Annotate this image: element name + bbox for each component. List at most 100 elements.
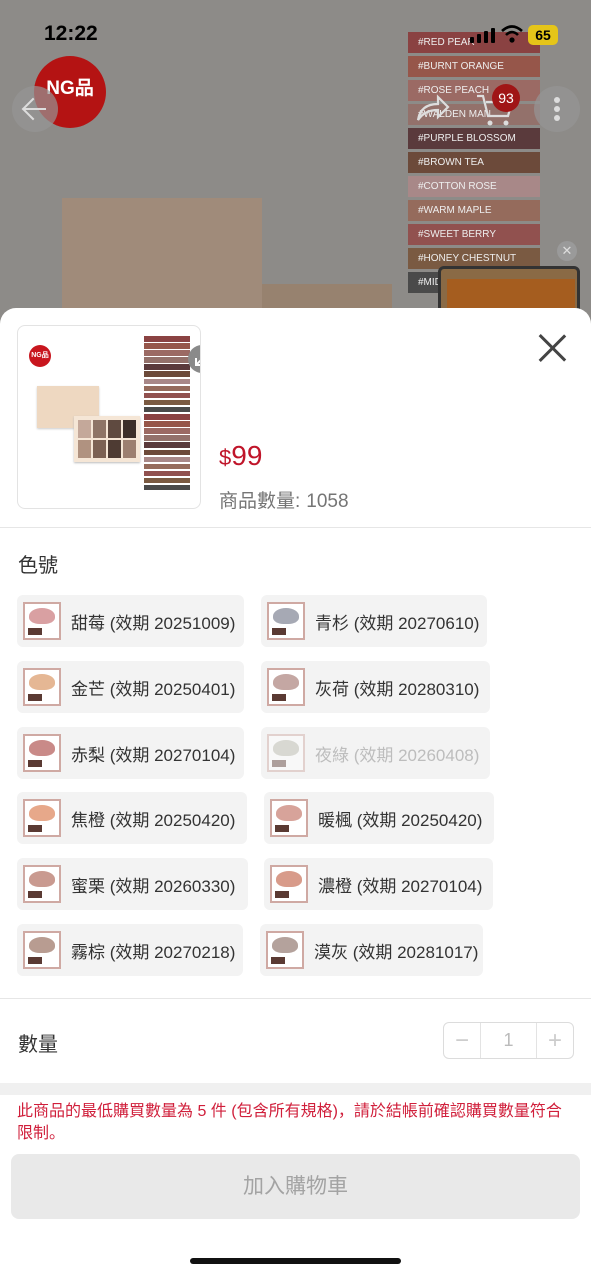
color-option[interactable]: 青杉 (效期 20270610) bbox=[261, 595, 487, 647]
color-option-thumbnail bbox=[270, 799, 308, 837]
minimum-purchase-notice: 此商品的最低購買數量為 5 件 (包含所有規格)，請於結帳前確認購買數量符合限制… bbox=[17, 1103, 562, 1142]
color-option-thumbnail bbox=[23, 931, 61, 969]
thumb-swatch bbox=[144, 470, 190, 477]
thumb-swatch bbox=[144, 392, 190, 399]
product-thumbnail[interactable]: NG品 bbox=[17, 325, 201, 509]
color-option-label: 濃橙 (效期 20270104) bbox=[318, 876, 483, 896]
thumb-swatch bbox=[144, 385, 190, 392]
signal-icon bbox=[470, 28, 495, 43]
notice-band bbox=[0, 1083, 591, 1095]
thumb-swatch bbox=[144, 371, 190, 377]
color-option[interactable]: 赤梨 (效期 20270104) bbox=[17, 727, 244, 779]
stock-label: 商品數量: bbox=[219, 491, 301, 512]
close-floating-video-button[interactable]: ✕ bbox=[557, 241, 577, 261]
thumb-swatch bbox=[144, 435, 190, 441]
share-icon[interactable] bbox=[414, 92, 450, 124]
thumb-swatch bbox=[144, 414, 190, 420]
color-option-label: 夜綠 (效期 20260408) bbox=[315, 745, 480, 765]
product-price: $99 bbox=[219, 440, 262, 472]
quantity-label: 數量 bbox=[18, 1034, 58, 1056]
expand-icon[interactable] bbox=[188, 345, 200, 373]
color-option-thumbnail bbox=[267, 668, 305, 706]
color-option[interactable]: 焦橙 (效期 20250420) bbox=[17, 792, 247, 844]
thumb-swatch bbox=[144, 378, 190, 385]
color-option-label: 青杉 (效期 20270610) bbox=[315, 613, 480, 633]
color-option[interactable]: 濃橙 (效期 20270104) bbox=[264, 858, 493, 910]
more-button[interactable] bbox=[534, 86, 580, 132]
thumb-swatch bbox=[144, 357, 190, 363]
swatch-label: #BROWN TEA bbox=[408, 152, 540, 173]
thumb-swatch bbox=[144, 456, 190, 463]
color-option-label: 焦橙 (效期 20250420) bbox=[71, 810, 236, 830]
color-option-thumbnail bbox=[267, 734, 305, 772]
divider bbox=[0, 998, 591, 999]
cart-count-badge: 93 bbox=[492, 84, 520, 112]
price-amount: 99 bbox=[231, 440, 263, 471]
color-option-thumbnail bbox=[23, 602, 61, 640]
color-option-thumbnail bbox=[23, 668, 61, 706]
thumb-swatch bbox=[144, 449, 190, 455]
variant-selection-sheet: NG品 $99 商品數量: 1058 色號 甜莓 (效期 20251009) 青杉 … bbox=[0, 308, 591, 1279]
thumb-swatch bbox=[144, 364, 190, 370]
swatch-label: #PURPLE BLOSSOM bbox=[408, 128, 540, 149]
stock-value: 1058 bbox=[306, 491, 349, 512]
color-option-thumbnail bbox=[23, 799, 61, 837]
price-currency: $ bbox=[219, 445, 232, 470]
thumb-swatch bbox=[144, 428, 190, 434]
color-option-thumbnail bbox=[266, 931, 304, 969]
color-option-thumbnail bbox=[267, 602, 305, 640]
color-swatch-chart: #RED PEAR #BURNT ORANGE #ROSE PEACH #WALDEN… bbox=[408, 32, 540, 296]
swatch-label: #WARM MAPLE bbox=[408, 200, 540, 221]
color-option-label: 霧棕 (效期 20270218) bbox=[71, 942, 236, 962]
home-indicator bbox=[190, 1258, 401, 1264]
color-option-label: 漠灰 (效期 20281017) bbox=[314, 942, 479, 962]
thumb-swatch bbox=[144, 350, 190, 356]
color-option-thumbnail bbox=[23, 734, 61, 772]
status-bar: 12:22 65 bbox=[0, 0, 591, 70]
color-option-label: 暖楓 (效期 20250420) bbox=[318, 810, 483, 830]
color-option-label: 蜜栗 (效期 20260330) bbox=[71, 876, 236, 896]
thumb-swatch bbox=[144, 421, 190, 427]
color-option[interactable]: 霧棕 (效期 20270218) bbox=[17, 924, 243, 976]
swatch-label: #COTTON ROSE bbox=[408, 176, 540, 197]
quantity-minus-button[interactable]: − bbox=[444, 1023, 480, 1058]
thumb-swatch bbox=[144, 442, 190, 448]
thumb-swatch bbox=[144, 463, 190, 470]
quantity-stepper[interactable]: − 1 + bbox=[443, 1022, 574, 1059]
swatch-label: #SWEET BERRY bbox=[408, 224, 540, 245]
thumb-ng-badge: NG品 bbox=[29, 345, 51, 367]
color-option-label: 灰荷 (效期 20280310) bbox=[315, 679, 480, 699]
thumb-swatch bbox=[144, 399, 190, 406]
close-sheet-button[interactable] bbox=[537, 333, 567, 363]
color-option-label: 赤梨 (效期 20270104) bbox=[71, 745, 236, 765]
color-option-thumbnail bbox=[270, 865, 308, 903]
add-to-cart-button[interactable]: 加入購物車 bbox=[11, 1154, 580, 1219]
color-option[interactable]: 蜜栗 (效期 20260330) bbox=[17, 858, 248, 910]
color-option: 夜綠 (效期 20260408) bbox=[261, 727, 490, 779]
battery-indicator: 65 bbox=[528, 25, 558, 45]
thumb-swatch bbox=[144, 484, 190, 491]
color-option-label: 金芒 (效期 20250401) bbox=[71, 679, 236, 699]
color-option[interactable]: 金芒 (效期 20250401) bbox=[17, 661, 244, 713]
color-section-label: 色號 bbox=[18, 555, 58, 577]
thumb-swatch bbox=[144, 343, 190, 349]
thumb-palette bbox=[78, 420, 136, 458]
divider bbox=[0, 527, 591, 528]
color-option[interactable]: 灰荷 (效期 20280310) bbox=[261, 661, 490, 713]
thumb-swatch-chart bbox=[144, 336, 190, 492]
color-option[interactable]: 漠灰 (效期 20281017) bbox=[260, 924, 483, 976]
color-option-thumbnail bbox=[23, 865, 61, 903]
status-time: 12:22 bbox=[44, 22, 98, 45]
product-page-background: #RED PEAR #BURNT ORANGE #ROSE PEACH #WALDEN… bbox=[0, 0, 591, 330]
quantity-plus-button[interactable]: + bbox=[537, 1023, 573, 1058]
color-option[interactable]: 甜莓 (效期 20251009) bbox=[17, 595, 244, 647]
thumb-swatch bbox=[144, 406, 190, 413]
quantity-input[interactable]: 1 bbox=[480, 1023, 537, 1058]
back-button[interactable] bbox=[12, 86, 58, 132]
color-option[interactable]: 暖楓 (效期 20250420) bbox=[264, 792, 494, 844]
thumb-swatch bbox=[144, 477, 190, 484]
color-option-label: 甜莓 (效期 20251009) bbox=[71, 613, 236, 633]
stock-quantity: 商品數量: 1058 bbox=[219, 486, 349, 513]
wifi-icon bbox=[501, 25, 523, 43]
thumb-swatch bbox=[144, 336, 190, 342]
